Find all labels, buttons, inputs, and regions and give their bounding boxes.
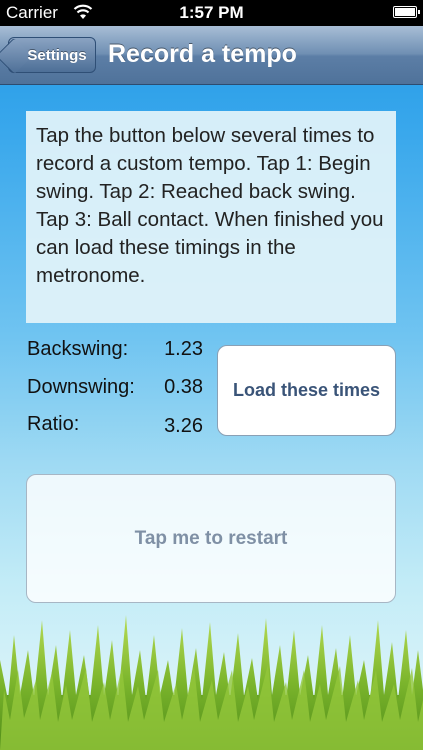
clock: 1:57 PM: [179, 3, 244, 22]
backswing-label: Backswing:: [27, 338, 129, 360]
back-button-label: Settings: [27, 46, 87, 64]
instructions-text: Tap the button below several times to re…: [26, 111, 396, 323]
settings-back-button[interactable]: Settings: [0, 37, 96, 75]
downswing-label: Downswing:: [27, 376, 135, 398]
load-times-button[interactable]: Load these times: [217, 345, 396, 436]
page-title: Record a tempo: [108, 40, 297, 68]
restart-button[interactable]: Tap me to restart: [26, 474, 396, 603]
ratio-label: Ratio:: [27, 413, 80, 435]
battery-icon: [393, 6, 420, 18]
ratio-value: 3.26: [164, 415, 203, 437]
navigation-bar: Settings Record a tempo: [0, 26, 423, 85]
status-bar: Carrier 1:57 PM: [0, 0, 423, 26]
grass-image: [0, 615, 423, 750]
downswing-value: 0.38: [164, 376, 203, 398]
backswing-value: 1.23: [164, 338, 203, 360]
